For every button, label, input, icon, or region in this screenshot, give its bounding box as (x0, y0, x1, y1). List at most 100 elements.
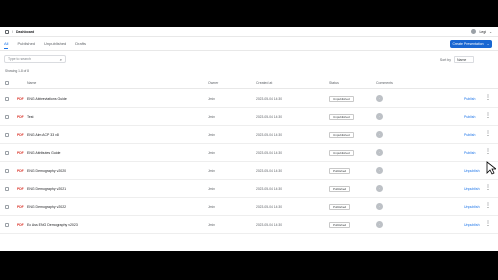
column-owner[interactable]: Owner (208, 81, 218, 85)
breadcrumb: / Dashboard (5, 30, 34, 34)
avatar[interactable] (471, 29, 477, 34)
row-name[interactable]: ENG Demography v2020 (27, 169, 66, 173)
status-badge: Published (329, 186, 351, 192)
row-name[interactable]: Test (27, 115, 33, 119)
results-count: Showing 1-8 of 8 (5, 69, 29, 73)
table-row[interactable]: PDF ENG Abbreviations Guide Jmin 2023-05… (0, 90, 498, 108)
column-created-at[interactable]: Created at (256, 81, 272, 85)
tab-all[interactable]: All (4, 41, 9, 49)
status-badge: Unpublished (329, 150, 354, 156)
row-name[interactable]: ENG Demography v2021 (27, 187, 66, 191)
more-options-icon[interactable]: ⋮ (485, 203, 491, 209)
table-row[interactable]: PDF Test Jmin 2023-05-04 14:30 Unpublish… (0, 108, 498, 126)
row-action-link[interactable]: Publish (464, 133, 475, 137)
table-row[interactable]: PDF ENG Demography v2022 Jmin 2023-05-04… (0, 198, 498, 216)
more-options-icon[interactable]: ⋮ (485, 113, 491, 119)
more-options-icon[interactable]: ⋮ (485, 95, 491, 101)
row-owner: Jmin (208, 115, 215, 119)
row-name[interactable]: ENG Attributes Guide (27, 151, 60, 155)
status-badge: Unpublished (329, 114, 354, 120)
row-date: 2023-05-04 14:30 (256, 223, 283, 227)
row-date: 2023-05-04 14:30 (256, 151, 283, 155)
select-all-checkbox[interactable] (5, 81, 9, 85)
row-checkbox[interactable] (5, 133, 9, 137)
row-action-link[interactable]: Unpublish (464, 169, 480, 173)
row-action-link[interactable]: Publish (464, 151, 475, 155)
row-name[interactable]: Ec Ass ENG Demography v2023 (27, 223, 78, 227)
tabs-divider (0, 50, 498, 51)
tab-drafts[interactable]: Drafts (75, 41, 86, 49)
table-row[interactable]: PDF Ec Ass ENG Demography v2023 Jmin 202… (0, 216, 498, 234)
row-checkbox[interactable] (5, 97, 9, 101)
file-type-tag: PDF (17, 97, 24, 101)
more-options-icon[interactable]: ⋮ (485, 185, 491, 191)
comments-icon[interactable]: · (376, 131, 383, 138)
row-checkbox[interactable] (5, 151, 9, 155)
row-date: 2023-05-04 14:30 (256, 205, 283, 209)
row-date: 2023-05-04 14:30 (256, 187, 283, 191)
comments-icon[interactable]: · (376, 185, 383, 192)
row-action-link[interactable]: Unpublish (464, 187, 480, 191)
row-checkbox[interactable] (5, 169, 9, 173)
file-type-tag: PDF (17, 187, 24, 191)
status-badge: Unpublished (329, 96, 354, 102)
row-action-link[interactable]: Publish (464, 115, 475, 119)
table-row[interactable]: PDF ENG Demography v2021 Jmin 2023-05-04… (0, 180, 498, 198)
row-owner: Jmin (208, 187, 215, 191)
comments-icon[interactable]: · (376, 221, 383, 228)
status-badge: Published (329, 168, 351, 174)
row-owner: Jmin (208, 97, 215, 101)
table-row[interactable]: PDF ENG Attributes Guide Jmin 2023-05-04… (0, 144, 498, 162)
comments-icon[interactable]: · (376, 95, 383, 102)
column-comments[interactable]: Comments (376, 81, 393, 85)
row-date: 2023-05-04 14:30 (256, 115, 283, 119)
search-input[interactable]: Type to search ⌕ (4, 55, 66, 63)
row-date: 2023-05-04 14:30 (256, 169, 283, 173)
search-icon[interactable]: ⌕ (60, 57, 62, 62)
row-name[interactable]: ENG Alm ACP 33 v8 (27, 133, 59, 137)
row-owner: Jmin (208, 169, 215, 173)
row-action-link[interactable]: Unpublish (464, 205, 480, 209)
comments-icon[interactable]: · (376, 113, 383, 120)
column-status[interactable]: Status (329, 81, 339, 85)
comments-icon[interactable]: · (376, 167, 383, 174)
create-presentation-button[interactable]: Create Presentation ⌄ (450, 40, 492, 48)
tab-unpublished[interactable]: Unpublished (44, 41, 66, 49)
column-name[interactable]: Name (27, 81, 36, 85)
file-type-tag: PDF (17, 115, 24, 119)
sort-label: Sort by (439, 57, 451, 62)
row-action-link[interactable]: Publish (464, 97, 475, 101)
table-row[interactable]: PDF ENG Demography v2020 Jmin 2023-05-04… (0, 162, 498, 180)
row-owner: Jmin (208, 151, 215, 155)
tab-bar: All Published Unpublished Drafts (4, 41, 86, 49)
row-date: 2023-05-04 14:30 (256, 133, 283, 137)
more-options-icon[interactable]: ⋮ (485, 221, 491, 227)
top-header: / Dashboard Legi ⌄ (0, 27, 498, 37)
row-name[interactable]: ENG Demography v2022 (27, 205, 66, 209)
comments-icon[interactable]: · (376, 149, 383, 156)
comments-icon[interactable]: · (376, 203, 383, 210)
chevron-down-icon[interactable]: ⌄ (489, 30, 492, 34)
row-checkbox[interactable] (5, 115, 9, 119)
tab-published[interactable]: Published (17, 41, 35, 49)
more-options-icon[interactable]: ⋮ (485, 131, 491, 137)
row-checkbox[interactable] (5, 205, 9, 209)
more-options-icon[interactable]: ⋮ (485, 149, 491, 155)
user-menu[interactable]: Legi ⌄ (471, 29, 492, 34)
row-date: 2023-05-04 14:30 (256, 97, 283, 101)
row-name[interactable]: ENG Abbreviations Guide (27, 97, 67, 101)
file-type-tag: PDF (17, 223, 24, 227)
status-badge: Published (329, 204, 351, 210)
sort-select[interactable]: Name (454, 56, 474, 63)
home-icon[interactable] (5, 30, 9, 34)
row-action-link[interactable]: Unpublish (464, 223, 480, 227)
user-name[interactable]: Legi (479, 30, 486, 34)
row-checkbox[interactable] (5, 187, 9, 191)
table-row[interactable]: PDF ENG Alm ACP 33 v8 Jmin 2023-05-04 14… (0, 126, 498, 144)
row-checkbox[interactable] (5, 223, 9, 227)
sort-control: Sort by Name (440, 56, 474, 63)
status-badge: Unpublished (329, 132, 354, 138)
row-owner: Jmin (208, 223, 215, 227)
breadcrumb-current[interactable]: Dashboard (16, 30, 34, 34)
search-placeholder: Type to search (8, 57, 31, 61)
